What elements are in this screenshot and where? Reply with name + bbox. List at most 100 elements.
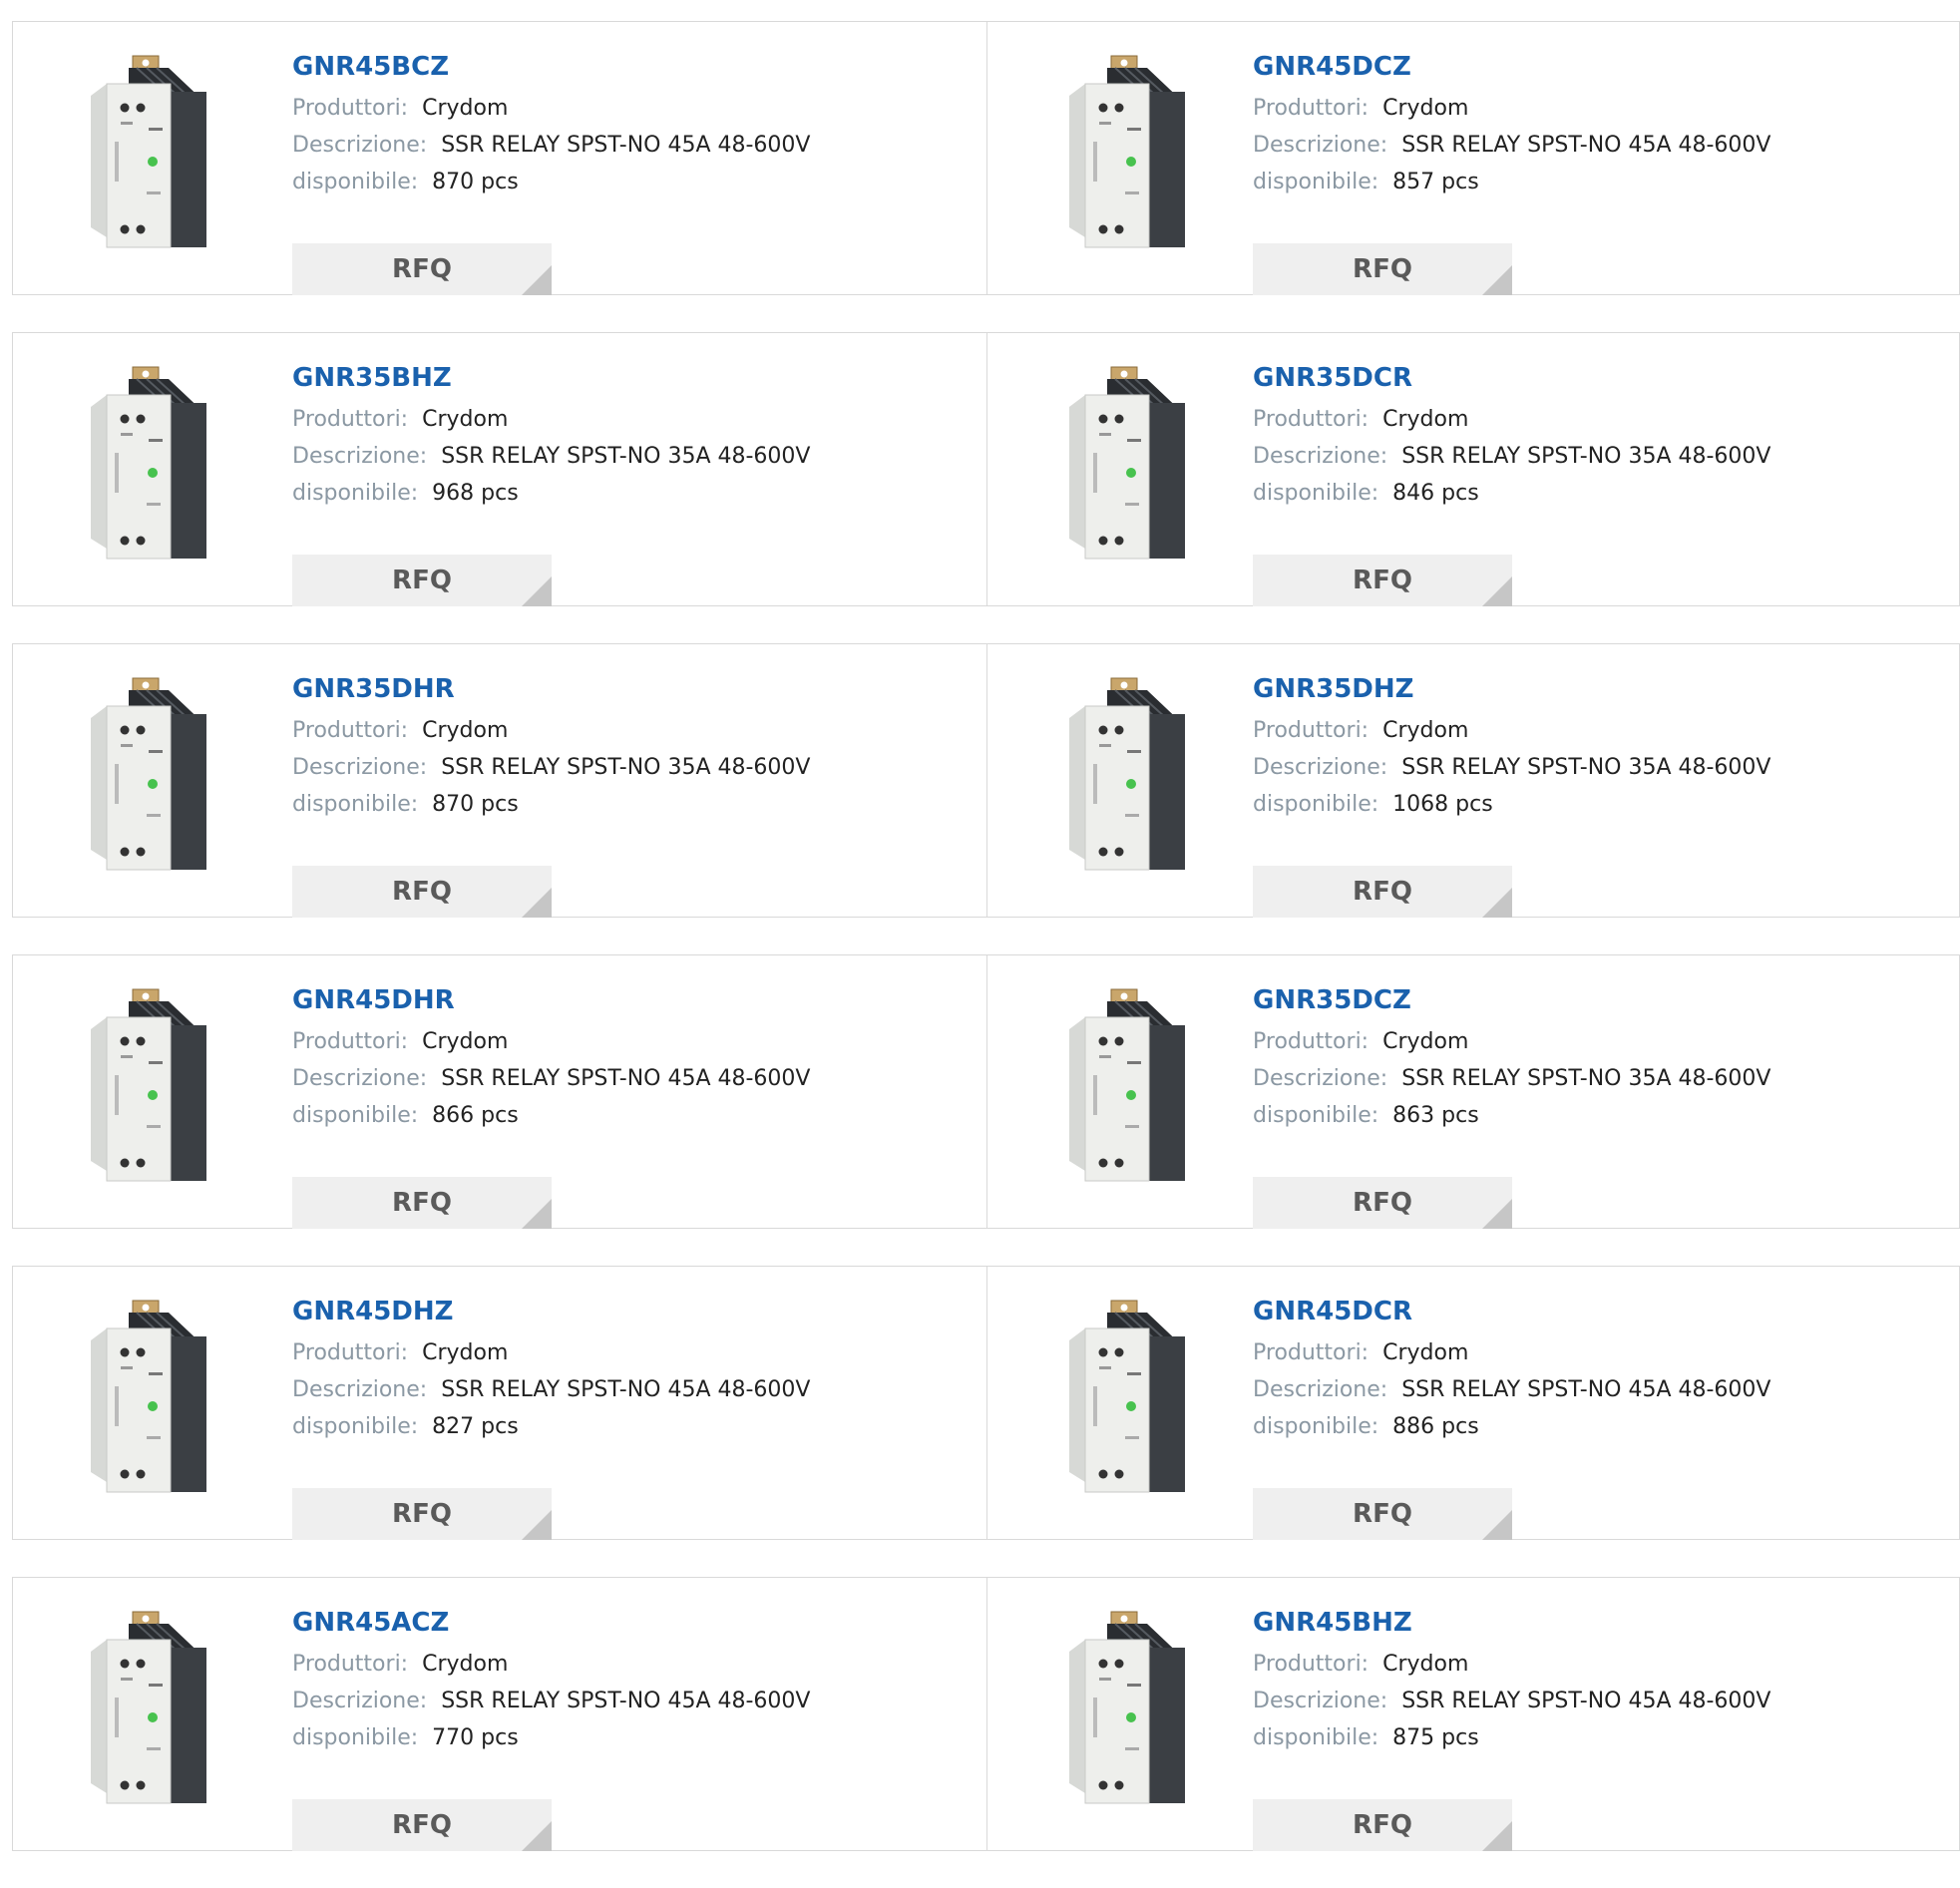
description-row: Descrizione: SSR RELAY SPST-NO 45A 48-600… bbox=[292, 1371, 810, 1408]
rfq-button[interactable]: RFQ bbox=[292, 1799, 552, 1851]
product-title-link[interactable]: GNR45DCZ bbox=[1253, 52, 1770, 82]
ssr-relay-image bbox=[1069, 1611, 1185, 1804]
rfq-button[interactable]: RFQ bbox=[1253, 555, 1512, 606]
product-card: GNR45DCZ Produttori: Crydom Descrizione: S… bbox=[987, 21, 1960, 295]
rfq-button-label: RFQ bbox=[1353, 1188, 1412, 1218]
product-image[interactable] bbox=[51, 1297, 252, 1502]
description-label: Descrizione: bbox=[292, 1689, 428, 1713]
description-row: Descrizione: SSR RELAY SPST-NO 45A 48-600… bbox=[1253, 1683, 1770, 1719]
manufacturer-row: Produttori: Crydom bbox=[292, 1646, 810, 1683]
rfq-button[interactable]: RFQ bbox=[292, 1177, 552, 1229]
description-label: Descrizione: bbox=[1253, 1066, 1388, 1091]
product-title-link[interactable]: GNR45DHR bbox=[292, 985, 810, 1015]
description-value: SSR RELAY SPST-NO 45A 48-600V bbox=[441, 133, 811, 158]
availability-row: disponibile: 866 pcs bbox=[292, 1097, 810, 1134]
rfq-button[interactable]: RFQ bbox=[1253, 1799, 1512, 1851]
product-card: GNR35DCZ Produttori: Crydom Descrizione: S… bbox=[987, 954, 1960, 1229]
product-image[interactable] bbox=[1029, 52, 1231, 257]
corner-triangle-icon bbox=[522, 1821, 552, 1851]
product-image[interactable] bbox=[51, 363, 252, 568]
rfq-button-label: RFQ bbox=[1353, 254, 1412, 284]
product-image[interactable] bbox=[1029, 674, 1231, 880]
availability-value: 857 pcs bbox=[1392, 170, 1479, 194]
product-image[interactable] bbox=[51, 985, 252, 1191]
product-title-link[interactable]: GNR35DCR bbox=[1253, 363, 1770, 393]
corner-triangle-icon bbox=[1482, 888, 1512, 918]
product-image[interactable] bbox=[1029, 1608, 1231, 1813]
product-title-link[interactable]: GNR35DCZ bbox=[1253, 985, 1770, 1015]
product-info: GNR45DHR Produttori: Crydom Descrizione: S… bbox=[292, 985, 810, 1229]
manufacturer-row: Produttori: Crydom bbox=[292, 1023, 810, 1060]
rfq-button-label: RFQ bbox=[392, 1499, 452, 1529]
rfq-button[interactable]: RFQ bbox=[1253, 243, 1512, 295]
manufacturer-row: Produttori: Crydom bbox=[1253, 1334, 1770, 1371]
availability-label: disponibile: bbox=[292, 170, 419, 194]
manufacturer-value: Crydom bbox=[1382, 718, 1469, 743]
product-title-link[interactable]: GNR45ACZ bbox=[292, 1608, 810, 1638]
description-label: Descrizione: bbox=[1253, 133, 1388, 158]
availability-row: disponibile: 863 pcs bbox=[1253, 1097, 1770, 1134]
product-image[interactable] bbox=[51, 674, 252, 880]
manufacturer-label: Produttori: bbox=[292, 1340, 409, 1365]
manufacturer-row: Produttori: Crydom bbox=[292, 90, 810, 127]
rfq-button[interactable]: RFQ bbox=[292, 243, 552, 295]
product-row: GNR45BCZ Produttori: Crydom Descrizione: S… bbox=[12, 21, 1960, 295]
corner-triangle-icon bbox=[522, 888, 552, 918]
manufacturer-value: Crydom bbox=[422, 96, 509, 121]
description-value: SSR RELAY SPST-NO 35A 48-600V bbox=[441, 755, 811, 780]
product-image[interactable] bbox=[1029, 363, 1231, 568]
product-image[interactable] bbox=[51, 52, 252, 257]
rfq-button[interactable]: RFQ bbox=[1253, 1177, 1512, 1229]
description-row: Descrizione: SSR RELAY SPST-NO 45A 48-600… bbox=[1253, 127, 1770, 164]
product-image[interactable] bbox=[51, 1608, 252, 1813]
corner-triangle-icon bbox=[522, 576, 552, 606]
description-row: Descrizione: SSR RELAY SPST-NO 45A 48-600… bbox=[292, 127, 810, 164]
manufacturer-label: Produttori: bbox=[292, 1652, 409, 1677]
ssr-relay-image bbox=[1069, 366, 1185, 560]
product-row: GNR35DHR Produttori: Crydom Descrizione: S… bbox=[12, 643, 1960, 918]
rfq-button[interactable]: RFQ bbox=[292, 555, 552, 606]
ssr-relay-image bbox=[91, 366, 206, 560]
availability-label: disponibile: bbox=[292, 481, 419, 506]
product-info: GNR45ACZ Produttori: Crydom Descrizione: S… bbox=[292, 1608, 811, 1851]
manufacturer-label: Produttori: bbox=[292, 96, 409, 121]
manufacturer-row: Produttori: Crydom bbox=[1253, 712, 1770, 749]
manufacturer-row: Produttori: Crydom bbox=[292, 712, 810, 749]
rfq-button[interactable]: RFQ bbox=[292, 1488, 552, 1540]
product-image[interactable] bbox=[1029, 1297, 1231, 1502]
description-label: Descrizione: bbox=[292, 755, 428, 780]
rfq-button-label: RFQ bbox=[1353, 566, 1412, 595]
availability-label: disponibile: bbox=[292, 1414, 419, 1439]
rfq-button[interactable]: RFQ bbox=[1253, 866, 1512, 918]
ssr-relay-image bbox=[1069, 988, 1185, 1182]
availability-value: 770 pcs bbox=[432, 1725, 519, 1750]
rfq-button[interactable]: RFQ bbox=[292, 866, 552, 918]
product-title-link[interactable]: GNR45DHZ bbox=[292, 1297, 810, 1326]
description-label: Descrizione: bbox=[292, 1377, 428, 1402]
product-title-link[interactable]: GNR45DCR bbox=[1253, 1297, 1770, 1326]
product-info: GNR35DCZ Produttori: Crydom Descrizione: S… bbox=[1253, 985, 1770, 1229]
availability-row: disponibile: 857 pcs bbox=[1253, 164, 1770, 200]
availability-row: disponibile: 875 pcs bbox=[1253, 1719, 1770, 1756]
description-value: SSR RELAY SPST-NO 35A 48-600V bbox=[1401, 444, 1771, 469]
rfq-button[interactable]: RFQ bbox=[1253, 1488, 1512, 1540]
ssr-relay-image bbox=[91, 677, 206, 871]
product-title-link[interactable]: GNR35BHZ bbox=[292, 363, 810, 393]
description-row: Descrizione: SSR RELAY SPST-NO 35A 48-600… bbox=[292, 749, 810, 786]
product-title-link[interactable]: GNR45BHZ bbox=[1253, 1608, 1770, 1638]
product-card: GNR45DHZ Produttori: Crydom Descrizione: S… bbox=[12, 1266, 987, 1540]
availability-value: 968 pcs bbox=[432, 481, 519, 506]
product-title-link[interactable]: GNR35DHR bbox=[292, 674, 810, 704]
description-value: SSR RELAY SPST-NO 45A 48-600V bbox=[441, 1689, 811, 1713]
corner-triangle-icon bbox=[1482, 1510, 1512, 1540]
product-info: GNR45BCZ Produttori: Crydom Descrizione: S… bbox=[292, 52, 810, 295]
manufacturer-value: Crydom bbox=[422, 1340, 509, 1365]
product-title-link[interactable]: GNR35DHZ bbox=[1253, 674, 1770, 704]
description-label: Descrizione: bbox=[292, 133, 428, 158]
product-title-link[interactable]: GNR45BCZ bbox=[292, 52, 810, 82]
manufacturer-row: Produttori: Crydom bbox=[1253, 401, 1770, 438]
manufacturer-row: Produttori: Crydom bbox=[1253, 1646, 1770, 1683]
rfq-button-label: RFQ bbox=[392, 1810, 452, 1840]
description-label: Descrizione: bbox=[292, 1066, 428, 1091]
product-image[interactable] bbox=[1029, 985, 1231, 1191]
